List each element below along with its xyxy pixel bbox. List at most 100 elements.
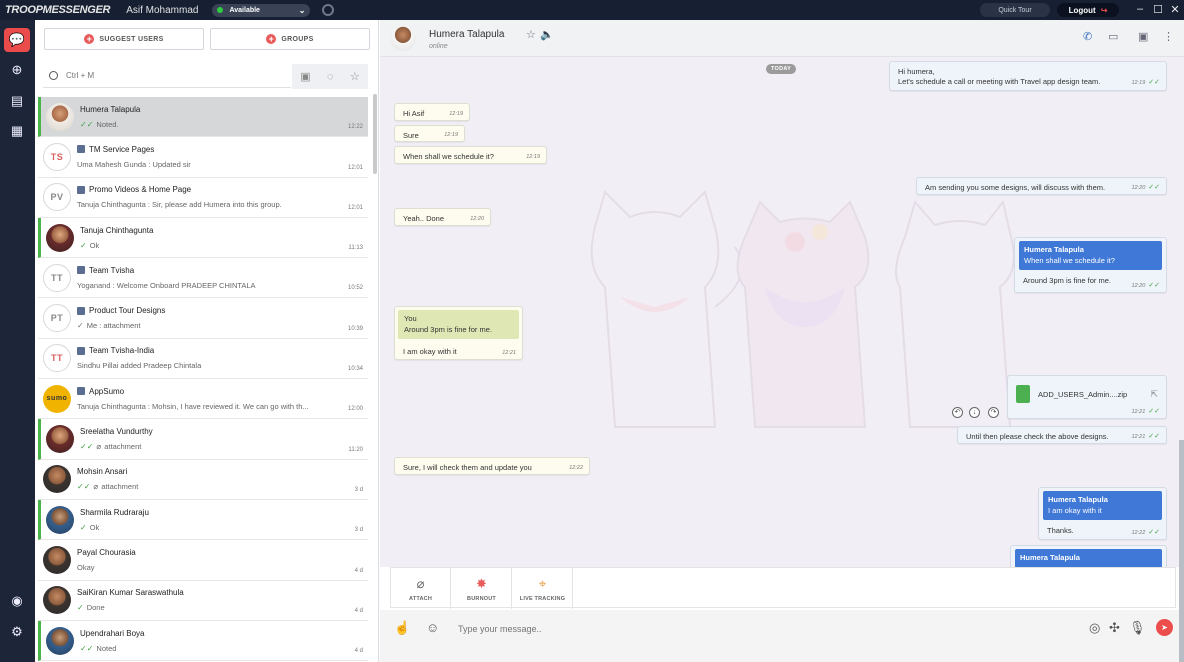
message-incoming[interactable]: Sure 12:19 [394, 125, 465, 142]
reply-quote[interactable]: Humera Talapula When shall we schedule i… [1019, 241, 1162, 270]
message-outgoing[interactable]: Until then please check the above design… [957, 426, 1167, 444]
attachment-icon: ⌀ [93, 482, 99, 492]
star-filter-icon[interactable]: ☆ [350, 70, 360, 83]
group-icon [77, 306, 85, 315]
download-icon[interactable]: ↓ [969, 407, 980, 418]
screen-share-icon[interactable]: ▣ [1138, 30, 1148, 43]
avatar [43, 545, 71, 574]
mute-speaker-icon[interactable]: 🔈 [540, 28, 554, 41]
conversation-item[interactable]: Humera Talapula ✓✓ Noted. 12:22 [38, 97, 368, 138]
conversation-item[interactable]: TT Team Tvisha-India Sindhu Pillai added… [38, 339, 368, 380]
reply-quote[interactable]: Humera Talapula I am okay with it [1043, 491, 1162, 520]
tools-toggle-icon[interactable]: ☝ [394, 620, 410, 636]
message-incoming[interactable]: Yeah.. Done 12:20 [394, 208, 491, 226]
microphone-icon[interactable]: 🎙 [1129, 620, 1146, 636]
conversation-item[interactable]: sumo AppSumo Tanuja Chinthagunta : Mohsi… [38, 379, 368, 420]
conversation-item[interactable]: Sreelatha Vundurthy ✓✓ ⌀ attachment 11:20 [38, 419, 368, 460]
contact-name: Humera Talapula [429, 29, 505, 40]
burnout-label: BURNOUT [467, 595, 496, 602]
attach-button[interactable]: ⌀ ATTACH [391, 568, 451, 609]
conversation-item[interactable]: PV Promo Videos & Home Page Tanuja Chint… [38, 178, 368, 218]
minimize-icon[interactable]: – [1133, 3, 1147, 15]
message-outgoing-reply[interactable]: Humera Talapula I am okay with it Thanks… [1038, 487, 1167, 540]
format-text-icon[interactable]: ✣ [1109, 620, 1120, 636]
message-incoming[interactable]: Sure, I will check them and update you 1… [394, 457, 590, 475]
zip-file-icon [1016, 385, 1030, 403]
conversation-item[interactable]: SaiKiran Kumar Saraswathula ✓ Done 4 d [38, 581, 368, 621]
contact-avatar[interactable] [390, 25, 416, 51]
folder-icon[interactable]: ▤ [4, 89, 30, 113]
close-icon[interactable]: ✕ [1168, 3, 1182, 16]
status-label: Available [229, 6, 260, 14]
avatar [46, 626, 74, 655]
conversation-name: Team Tvisha [89, 265, 135, 275]
help-icon[interactable]: ◉ [4, 589, 30, 613]
message-outgoing[interactable]: Hi humera, Let's schedule a call or meet… [889, 61, 1167, 91]
chat-scrollbar[interactable] [1179, 440, 1184, 662]
unread-filter-icon[interactable]: ▣ [300, 70, 310, 83]
open-file-icon[interactable]: ⇱ [1150, 389, 1158, 400]
sidebar-scrollbar[interactable] [373, 94, 377, 174]
conversation-item[interactable]: Payal Chourasia Okay 4 d [38, 540, 368, 581]
message-time: 12:20 [470, 216, 484, 222]
more-options-icon[interactable]: ⋮ [1163, 30, 1174, 43]
conversation-name: Sharmila Rudraraju [80, 507, 149, 517]
search-bar [43, 64, 291, 88]
reply-quote[interactable]: You Around 3pm is fine for me. [398, 310, 519, 339]
apps-icon[interactable]: ▦ [4, 119, 30, 143]
conversation-item[interactable]: Mohsin Ansari ✓✓ ⌀ attachment 3 d [38, 460, 368, 500]
search-icon [49, 71, 58, 80]
conversation-preview: Me : attachment [86, 321, 141, 331]
conversation-item[interactable]: Tanuja Chinthagunta ✓ Ok 11:13 [38, 217, 368, 259]
groups-button[interactable]: + GROUPS [210, 28, 370, 50]
conversation-item[interactable]: TS TM Service Pages Uma Mahesh Gunda : U… [38, 137, 368, 178]
forward-icon[interactable]: ↷ [988, 407, 999, 418]
paperclip-icon: ⌀ [416, 575, 425, 591]
group-icon [77, 145, 85, 154]
message-outgoing[interactable]: Am sending you some designs, will discus… [916, 177, 1167, 195]
star-icon[interactable]: ☆ [526, 28, 536, 41]
conversation-time: 12:01 [347, 164, 363, 171]
sync-icon[interactable] [322, 4, 335, 16]
suggest-users-button[interactable]: + SUGGEST USERS [44, 28, 204, 50]
logout-button[interactable]: Logout ↪ [1057, 3, 1119, 17]
chats-icon[interactable]: 💬 [4, 28, 30, 52]
conversation-item[interactable]: TT Team Tvisha Yoganand : Welcome Onboar… [38, 258, 368, 299]
message-incoming-reply[interactable]: You Around 3pm is fine for me. I am okay… [394, 306, 523, 360]
recent-filter-icon[interactable]: ◌ [327, 71, 334, 83]
burnout-button[interactable]: ✸ BURNOUT [452, 568, 512, 609]
conversation-time: 4 d [354, 648, 363, 655]
conversation-preview: Noted. [96, 119, 119, 129]
reply-icon[interactable]: ↶ [952, 407, 963, 418]
video-call-icon[interactable]: ▭ [1108, 30, 1118, 43]
quick-tour-button[interactable]: Quick Tour [980, 3, 1050, 17]
message-time: 12:20 [1131, 185, 1146, 191]
message-outgoing-reply[interactable]: Humera Talapula [1010, 545, 1167, 567]
search-input[interactable] [66, 71, 266, 80]
live-tracking-button[interactable]: ⌖ LIVE TRACKING [513, 568, 573, 609]
conversation-item[interactable]: Sharmila Rudraraju ✓ Ok 3 d [38, 499, 368, 541]
emoji-icon[interactable]: ☺ [426, 620, 439, 635]
message-incoming[interactable]: When shall we schedule it? 12:19 [394, 146, 547, 164]
message-incoming[interactable]: Hi Asif 12:19 [394, 103, 470, 121]
status-dropdown[interactable]: Available ⌄ [212, 3, 311, 17]
send-button[interactable]: ➤ [1156, 619, 1173, 636]
message-input[interactable] [458, 622, 1058, 636]
read-tick-icon: ✓ [80, 240, 87, 250]
globe-icon[interactable]: ⊕ [4, 58, 30, 82]
conversation-time: 12:00 [347, 406, 363, 413]
file-message[interactable]: ADD_USERS_Admin....zip ⇱ 12:21 ✓✓ [1007, 375, 1167, 419]
conversation-time: 10:52 [347, 285, 363, 292]
phone-call-icon[interactable]: ✆ [1083, 30, 1092, 43]
conversation-name: TM Service Pages [89, 144, 155, 154]
conversation-item[interactable]: PT Product Tour Designs ✓ Me : attachment… [38, 298, 368, 339]
maximize-icon[interactable]: ☐ [1151, 3, 1165, 16]
settings-gear-icon[interactable]: ⚙ [4, 620, 30, 644]
message-time: 12:19 [526, 154, 540, 160]
read-tick-icon: ✓✓ [1148, 78, 1160, 86]
reply-quote[interactable]: Humera Talapula [1015, 549, 1162, 567]
conversation-item[interactable]: Upendrahari Boya ✓✓ Noted 4 d [38, 620, 368, 662]
mention-icon[interactable]: ◎ [1089, 620, 1100, 636]
message-outgoing-reply[interactable]: Humera Talapula When shall we schedule i… [1014, 237, 1167, 293]
conversation-preview: Noted [96, 643, 117, 653]
